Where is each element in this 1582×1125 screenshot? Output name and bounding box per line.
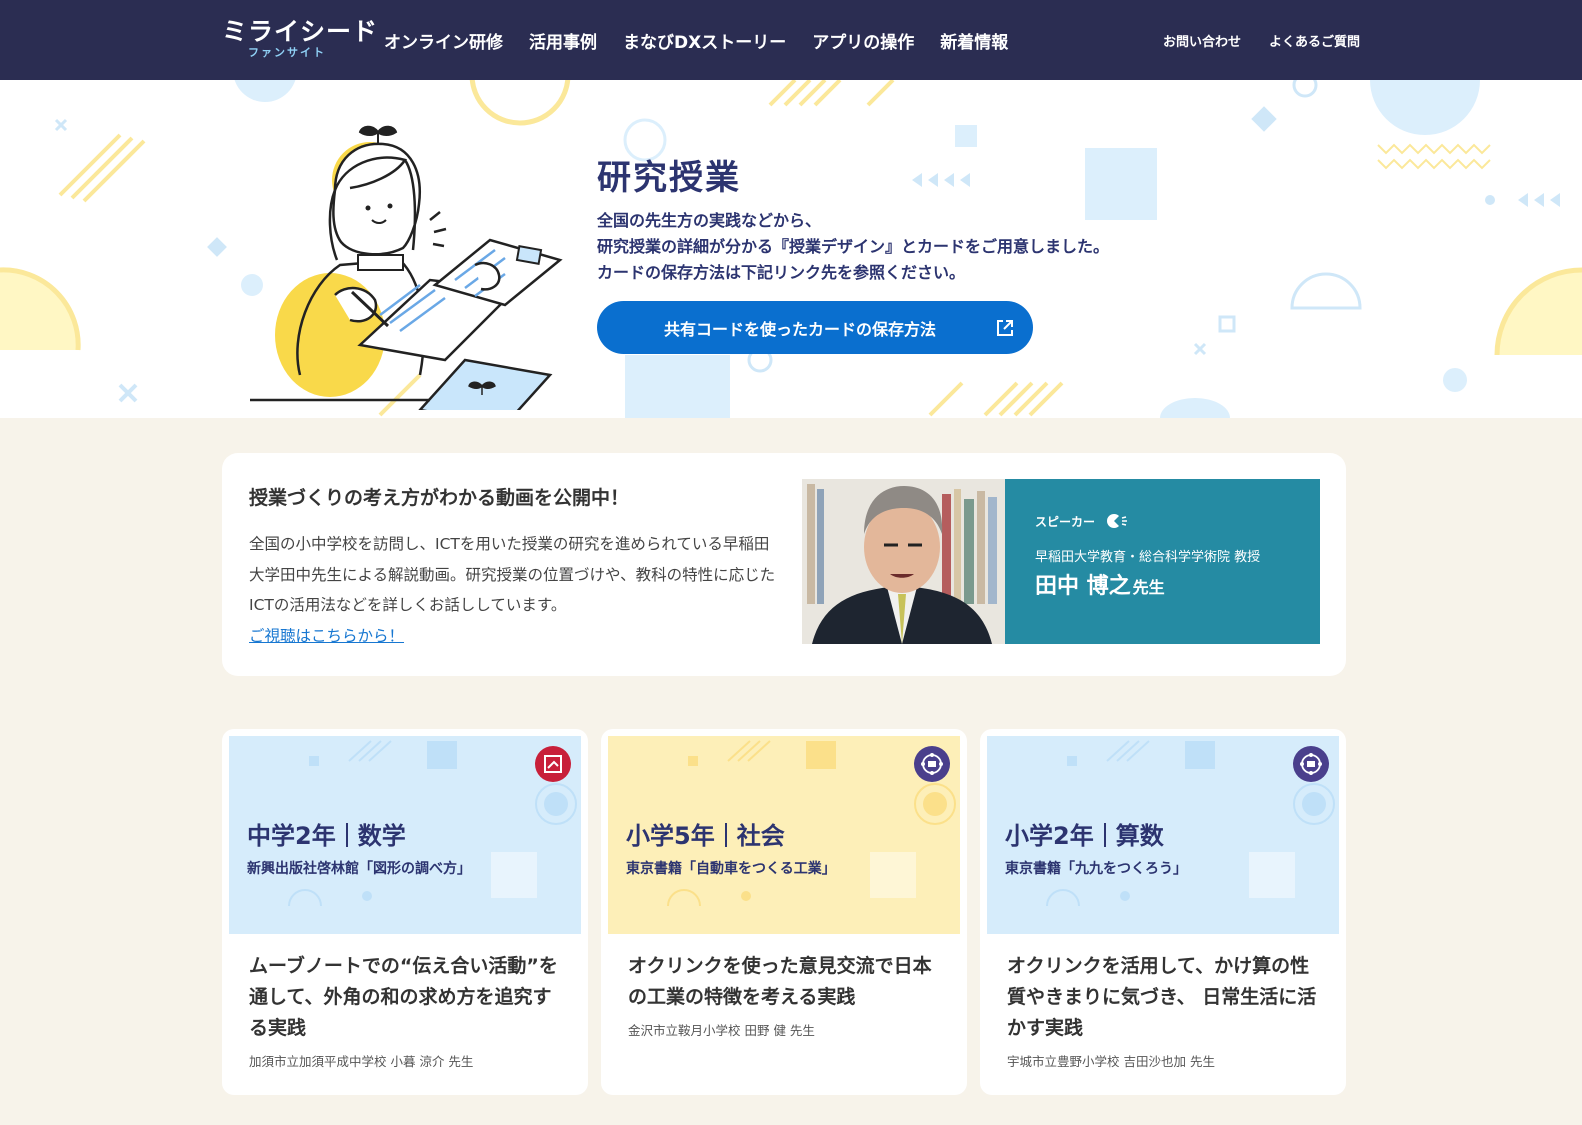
lesson-grade: 小学5年 (626, 822, 715, 850)
nav-faq[interactable]: よくあるご質問 (1269, 31, 1360, 50)
lesson-textbook: 東京書籍「九九をつくろう」 (1005, 861, 1187, 877)
lesson-title: オクリンクを使った意見交流で日本の工業の特徴を考える実践 (628, 955, 932, 1008)
lesson-subject: 算数 (1115, 822, 1164, 850)
hero-section: 研究授業 全国の先生方の実践などから、 研究授業の詳細が分かる『授業デザイン』と… (0, 80, 1582, 418)
lesson-subject: 社会 (736, 822, 785, 850)
lesson-textbook: 新興出版社啓林館「図形の調べ方」 (247, 861, 471, 877)
video-intro-card: 授業づくりの考え方がわかる動画を公開中！ 全国の小中学校を訪問し、ICTを用いた… (222, 453, 1346, 676)
nav-app-operation[interactable]: アプリの操作 (812, 28, 914, 53)
speaker-name: 田中 博之 (1035, 574, 1131, 599)
lesson-school: 金沢市立鞍月小学校 田野 健 先生 (628, 1023, 815, 1038)
oklink-icon (1293, 746, 1329, 782)
oklink-icon (914, 746, 950, 782)
external-link-icon (997, 320, 1013, 336)
lesson-card[interactable]: 小学2年 算数 東京書籍「九九をつくろう」 オクリンクを活用して、かけ算の性質やき… (980, 729, 1346, 1095)
speaker-photo (802, 479, 1005, 644)
lesson-thumbnail: 中学2年 数学 新興出版社啓林館「図形の調べ方」 (229, 736, 581, 934)
teacher-illustration (250, 125, 563, 410)
nav-contact[interactable]: お問い合わせ (1163, 31, 1241, 50)
video-card-body: 全国の小中学校を訪問し、ICTを用いた授業の研究を進められている早稲田大学田中先… (249, 529, 779, 651)
lesson-thumbnail: 小学5年 社会 東京書籍「自動車をつくる工業」 (608, 736, 960, 934)
hero-desc-line: 全国の先生方の実践などから、 (597, 211, 822, 230)
hero-title: 研究授業 (597, 158, 741, 198)
lesson-card[interactable]: 小学5年 社会 東京書籍「自動車をつくる工業」 オクリンクを使った意見交流で日本の… (601, 729, 967, 1095)
speaker-name-line: 田中 博之 先生 (1035, 568, 1165, 600)
site-header: ミライシード ファンサイト オンライン研修 活用事例 まなびDXストーリー アプ… (0, 0, 1582, 80)
lesson-grade-subject: 中学2年 数学 (247, 816, 406, 851)
speaker-honorific: 先生 (1132, 578, 1165, 597)
speaker-info-panel: スピーカー 早稲田大学教育・総合科学学術院 教授 田中 博之 先生 (1005, 479, 1320, 644)
watch-video-link[interactable]: ご視聴はこちらから！ (249, 627, 404, 645)
main-nav: オンライン研修 活用事例 まなびDXストーリー アプリの操作 新着情報 (384, 28, 1008, 53)
nav-news[interactable]: 新着情報 (940, 28, 1008, 53)
lesson-grade: 小学2年 (1005, 822, 1094, 850)
speaker-label: スピーカー (1035, 515, 1096, 529)
speaking-icon (1107, 514, 1127, 528)
sub-nav: お問い合わせ よくあるご質問 (1163, 31, 1360, 50)
logo-sub-text: ファンサイト (248, 46, 326, 59)
lesson-grade-subject: 小学2年 算数 (1005, 816, 1164, 851)
lesson-school: 宇城市立豊野小学校 吉田沙也加 先生 (1007, 1054, 1215, 1069)
nav-online-training[interactable]: オンライン研修 (384, 28, 503, 53)
lesson-subject: 数学 (357, 822, 406, 850)
site-logo[interactable]: ミライシード ファンサイト (222, 17, 379, 62)
grade-divider (1103, 823, 1106, 847)
video-card-title: 授業づくりの考え方がわかる動画を公開中！ (249, 487, 630, 509)
hero-desc-line: カードの保存方法は下記リンク先を参照ください。 (597, 263, 966, 282)
nav-dx-story[interactable]: まなびDXストーリー (623, 28, 786, 53)
lesson-grade-subject: 小学5年 社会 (626, 816, 785, 851)
grade-divider (724, 823, 727, 847)
speaker-affiliation: 早稲田大学教育・総合科学学術院 教授 (1035, 550, 1261, 565)
hero-desc-line: 研究授業の詳細が分かる『授業デザイン』とカードをご用意しました。 (597, 237, 1110, 256)
lesson-school: 加須市立加須平成中学校 小暮 涼介 先生 (249, 1054, 474, 1069)
lesson-title: ムーブノートでの“伝え合い活動”を通して、外角の和の求め方を追究する実践 (249, 955, 558, 1039)
video-card-text: 全国の小中学校を訪問し、ICTを用いた授業の研究を進められている早稲田大学田中先… (249, 535, 776, 614)
lesson-title: オクリンクを活用して、かけ算の性質やきまりに気づき、 日常生活に活かす実践 (1007, 955, 1317, 1039)
lesson-card[interactable]: 中学2年 数学 新興出版社啓林館「図形の調べ方」 ムーブノートでの“伝え合い活動”… (222, 729, 588, 1095)
speaker-banner[interactable]: スピーカー 早稲田大学教育・総合科学学術院 教授 田中 博之 先生 (802, 479, 1320, 644)
hero-description: 全国の先生方の実践などから、 研究授業の詳細が分かる『授業デザイン』とカードをご… (597, 208, 1109, 286)
nav-use-cases[interactable]: 活用事例 (529, 28, 597, 53)
grade-divider (345, 823, 348, 847)
save-method-button-label: 共有コードを使ったカードの保存方法 (663, 319, 936, 339)
logo-main-text: ミライシード (222, 17, 379, 46)
movenote-icon (535, 746, 571, 782)
save-method-button[interactable]: 共有コードを使ったカードの保存方法 (597, 301, 1033, 354)
lesson-grade: 中学2年 (247, 822, 336, 850)
lesson-textbook: 東京書籍「自動車をつくる工業」 (626, 861, 836, 877)
lesson-thumbnail: 小学2年 算数 東京書籍「九九をつくろう」 (987, 736, 1339, 934)
